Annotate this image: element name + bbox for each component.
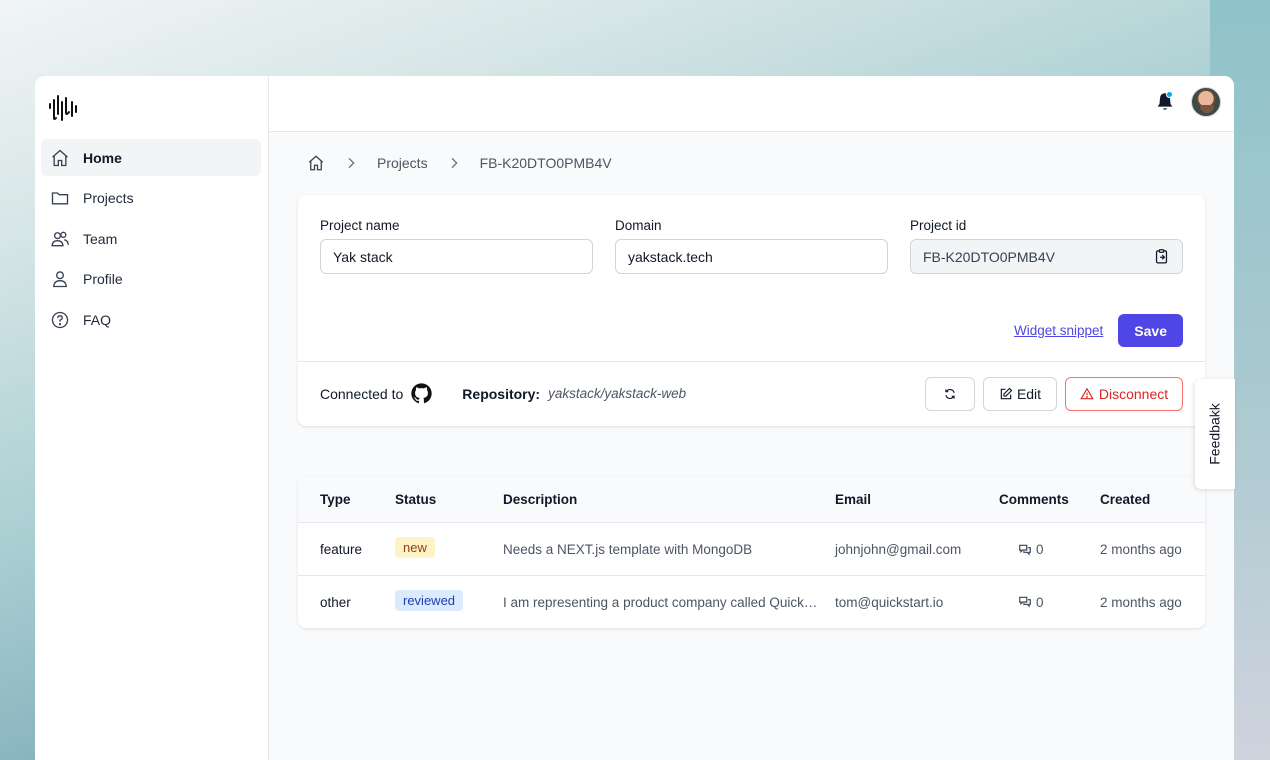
edit-button[interactable]: Edit xyxy=(983,377,1057,411)
sidebar-item-team[interactable]: Team xyxy=(41,220,261,257)
connected-to-label: Connected to xyxy=(320,385,404,402)
sidebar-nav: Home Projects Team Profile FAQ xyxy=(41,139,261,342)
comments-icon xyxy=(1019,596,1031,608)
cell-type: feature xyxy=(320,542,363,557)
card-divider xyxy=(298,361,1205,362)
cell-type: other xyxy=(320,594,351,610)
cell-created: 2 months ago xyxy=(1100,594,1182,610)
feedback-tab[interactable]: Feedbakk xyxy=(1195,379,1235,489)
home-icon xyxy=(52,149,68,166)
app-window: Home Projects Team Profile FAQ Projects … xyxy=(35,76,1234,760)
question-circle-icon xyxy=(51,311,69,328)
sidebar-item-label: Projects xyxy=(83,190,134,206)
sidebar-item-label: Home xyxy=(83,149,122,166)
clipboard-copy-icon[interactable] xyxy=(1153,248,1170,265)
breadcrumb-projects[interactable]: Projects xyxy=(377,155,428,171)
notification-dot xyxy=(1166,91,1173,98)
chevron-right-icon xyxy=(348,157,355,169)
sidebar-item-home[interactable]: Home xyxy=(41,139,261,176)
breadcrumb-current: FB-K20DTO0PMB4V xyxy=(479,155,612,171)
connection-info: Connected to Repository: yakstack/yaksta… xyxy=(320,382,686,405)
comment-count: 0 xyxy=(1036,542,1044,557)
sidebar-item-label: Profile xyxy=(83,271,123,287)
project-id-input: FB-K20DTO0PMB4V xyxy=(910,239,1183,274)
cell-comments: 0 xyxy=(1018,595,1044,610)
table-header: Type Status Description Email Comments C… xyxy=(298,477,1205,523)
user-icon xyxy=(53,271,67,288)
comments-icon xyxy=(1019,544,1031,555)
save-button[interactable]: Save xyxy=(1118,314,1183,347)
cell-created: 2 months ago xyxy=(1100,542,1182,557)
cell-comments: 0 xyxy=(1018,542,1044,557)
project-settings-card: Project name Domain Project id FB-K20DTO… xyxy=(298,195,1205,426)
project-name-field: Project name xyxy=(320,218,593,274)
chevron-right-icon xyxy=(451,157,458,169)
edit-label: Edit xyxy=(1016,386,1042,402)
sidebar-item-profile[interactable]: Profile xyxy=(41,261,261,298)
repository-value: yakstack/yakstack-web xyxy=(548,386,687,401)
folder-icon xyxy=(51,192,69,205)
disconnect-label: Disconnect xyxy=(1098,386,1169,402)
disconnect-button[interactable]: Disconnect xyxy=(1065,377,1183,411)
comment-count: 0 xyxy=(1036,594,1044,610)
main-content: Projects FB-K20DTO0PMB4V Project name Do… xyxy=(269,76,1234,760)
edit-icon xyxy=(1000,387,1013,400)
widget-snippet-link[interactable]: Widget snippet xyxy=(1014,323,1103,338)
sidebar: Home Projects Team Profile FAQ xyxy=(35,76,269,760)
status-badge: new xyxy=(395,537,435,558)
cell-description: Needs a NEXT.js template with MongoDB xyxy=(503,542,753,557)
logo-icon xyxy=(49,95,77,121)
sidebar-item-label: FAQ xyxy=(83,311,112,328)
project-name-label: Project name xyxy=(320,218,400,233)
project-id-label: Project id xyxy=(910,218,967,233)
column-header-status[interactable]: Status xyxy=(395,492,436,507)
refresh-icon xyxy=(945,389,955,399)
top-bar xyxy=(269,76,1234,132)
repository-label: Repository: xyxy=(462,385,541,402)
project-id-value: FB-K20DTO0PMB4V xyxy=(923,248,1056,265)
connection-actions: Edit Disconnect xyxy=(917,377,1183,411)
project-name-input[interactable] xyxy=(320,239,593,274)
feedback-table: Type Status Description Email Comments C… xyxy=(298,477,1205,628)
domain-input[interactable] xyxy=(615,239,888,274)
column-header-description[interactable]: Description xyxy=(503,492,577,507)
sidebar-item-faq[interactable]: FAQ xyxy=(41,301,261,338)
refresh-button[interactable] xyxy=(925,377,975,411)
column-header-comments[interactable]: Comments xyxy=(999,492,1069,507)
sidebar-item-projects[interactable]: Projects xyxy=(41,180,261,217)
status-badge: reviewed xyxy=(395,589,464,611)
breadcrumb: Projects FB-K20DTO0PMB4V xyxy=(307,154,612,172)
sidebar-item-label: Team xyxy=(83,230,118,247)
column-header-email[interactable]: Email xyxy=(835,492,871,507)
github-icon xyxy=(411,383,432,404)
table-row[interactable]: other reviewed I am representing a produ… xyxy=(298,576,1205,629)
cell-description: I am representing a product company call… xyxy=(503,594,818,610)
domain-field: Domain xyxy=(615,218,888,274)
users-icon xyxy=(51,231,69,246)
cell-email: johnjohn@gmail.com xyxy=(835,542,962,557)
domain-label: Domain xyxy=(615,218,662,233)
warning-triangle-icon xyxy=(1080,387,1094,400)
form-actions: Widget snippet Save xyxy=(1014,314,1183,347)
avatar[interactable] xyxy=(1191,87,1221,117)
feedback-tab-label: Feedbakk xyxy=(1207,403,1224,465)
home-icon[interactable] xyxy=(307,154,325,172)
column-header-type[interactable]: Type xyxy=(320,492,351,507)
table-row[interactable]: feature new Needs a NEXT.js template wit… xyxy=(298,523,1205,576)
cell-email: tom@quickstart.io xyxy=(835,594,944,610)
project-id-field: Project id FB-K20DTO0PMB4V xyxy=(910,218,1183,274)
column-header-created[interactable]: Created xyxy=(1100,492,1150,507)
